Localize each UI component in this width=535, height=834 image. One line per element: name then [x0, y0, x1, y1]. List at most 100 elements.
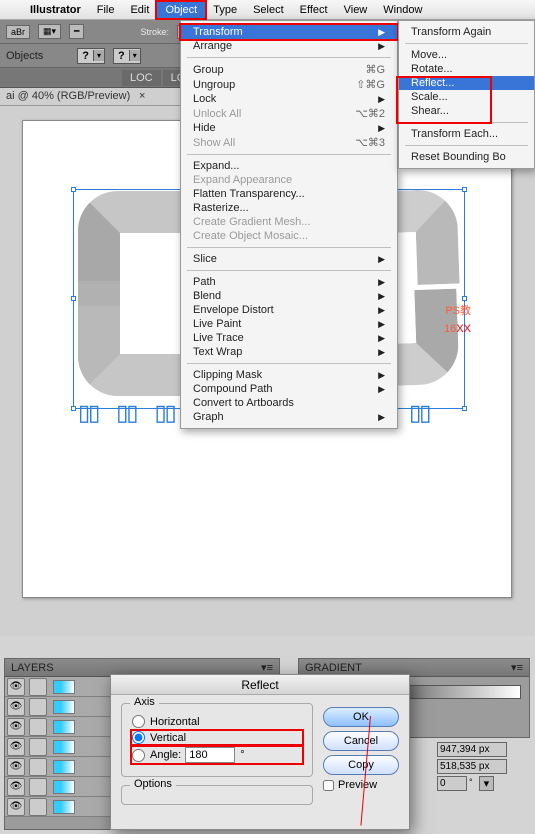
menu-item-group[interactable]: Group⌘G [181, 62, 397, 77]
radio-angle[interactable]: Angle: ° [132, 747, 302, 763]
menu-edit[interactable]: Edit [122, 2, 157, 18]
reflect-dialog: Reflect Axis Horizontal Vertical Angle: … [110, 674, 410, 830]
layer-swatch [53, 780, 75, 794]
menu-separator [187, 247, 391, 248]
menu-separator [405, 122, 528, 123]
menu-item-transform-each[interactable]: Transform Each... [399, 127, 534, 141]
menu-item-flatten[interactable]: Flatten Transparency... [181, 187, 397, 201]
lock-slot[interactable] [29, 718, 47, 736]
copy-button[interactable]: Copy [323, 755, 399, 775]
menu-type[interactable]: Type [205, 2, 245, 18]
menu-item-convert-artboards[interactable]: Convert to Artboards [181, 396, 397, 410]
radio-horizontal[interactable]: Horizontal [132, 715, 302, 728]
height-field[interactable] [437, 759, 507, 774]
visibility-icon[interactable]: 👁 [7, 738, 25, 756]
close-tab-icon[interactable]: × [139, 90, 145, 102]
submenu-arrow-icon: ▶ [378, 123, 385, 134]
menu-item-envelope[interactable]: Envelope Distort▶ [181, 303, 397, 317]
doc-status: ai @ 40% (RGB/Preview) [6, 90, 130, 102]
options-fieldset: Options [121, 785, 313, 805]
glyph: ▯▯ [116, 400, 136, 426]
tool-button-1[interactable]: ▦▾ [38, 24, 61, 39]
lock-slot[interactable] [29, 738, 47, 756]
radio-vertical[interactable]: Vertical [132, 731, 302, 744]
menu-item-gradient-mesh: Create Gradient Mesh... [181, 215, 397, 229]
visibility-icon[interactable]: 👁 [7, 718, 25, 736]
menu-item-compound-path[interactable]: Compound Path▶ [181, 382, 397, 396]
dialog-title: Reflect [111, 675, 409, 695]
menu-item-live-paint[interactable]: Live Paint▶ [181, 317, 397, 331]
menu-item-reset-bbox[interactable]: Reset Bounding Bo [399, 150, 534, 164]
menu-item-rasterize[interactable]: Rasterize... [181, 201, 397, 215]
menu-item-expand[interactable]: Expand... [181, 159, 397, 173]
menu-item-move[interactable]: Move... [399, 48, 534, 62]
lock-slot[interactable] [29, 678, 47, 696]
menu-item-ungroup[interactable]: Ungroup⇧⌘G [181, 77, 397, 92]
transform-fields: °▾ [437, 740, 531, 793]
menu-item-live-trace[interactable]: Live Trace▶ [181, 331, 397, 345]
abr-button[interactable]: aBr [6, 25, 30, 39]
menu-item-reflect[interactable]: Reflect... [399, 76, 534, 90]
menu-item-hide[interactable]: Hide▶ [181, 121, 397, 135]
ok-button[interactable]: OK [323, 707, 399, 727]
glyph: ▯▯ [78, 400, 98, 426]
menu-item-rotate[interactable]: Rotate... [399, 62, 534, 76]
menu-separator [187, 270, 391, 271]
lock-slot[interactable] [29, 758, 47, 776]
transform-submenu: Transform Again Move... Rotate... Reflec… [398, 20, 535, 169]
glyph: ▯▯ [154, 400, 174, 426]
menu-item-show-all: Show All⌥⌘3 [181, 135, 397, 150]
panel-menu-icon[interactable]: ▾≡ [511, 661, 523, 674]
menu-separator [187, 57, 391, 58]
menu-select[interactable]: Select [245, 2, 292, 18]
menu-window[interactable]: Window [375, 2, 430, 18]
menu-item-arrange[interactable]: Arrange▶ [181, 39, 397, 53]
anchor-se[interactable] [462, 406, 467, 411]
submenu-arrow-icon: ▶ [378, 333, 385, 344]
menu-object[interactable]: Object [157, 2, 205, 18]
menu-item-graph[interactable]: Graph▶ [181, 410, 397, 424]
menu-item-lock[interactable]: Lock▶ [181, 92, 397, 106]
angle-field[interactable] [437, 776, 467, 791]
menu-item-blend[interactable]: Blend▶ [181, 289, 397, 303]
visibility-icon[interactable]: 👁 [7, 698, 25, 716]
doc-tab-1[interactable]: LOC [122, 70, 161, 86]
anchor-sw[interactable] [71, 406, 76, 411]
lock-slot[interactable] [29, 798, 47, 816]
menu-effect[interactable]: Effect [292, 2, 336, 18]
anchor-ne[interactable] [462, 187, 467, 192]
lock-slot[interactable] [29, 778, 47, 796]
lock-slot[interactable] [29, 698, 47, 716]
help-dropdown-2[interactable]: ?▾ [113, 48, 141, 64]
visibility-icon[interactable]: 👁 [7, 678, 25, 696]
tool-button-2[interactable]: ━ [69, 24, 84, 39]
visibility-icon[interactable]: 👁 [7, 798, 25, 816]
menu-item-transform-again[interactable]: Transform Again [399, 25, 534, 39]
dropdown-icon[interactable]: ▾ [479, 776, 495, 791]
preview-checkbox[interactable]: Preview [323, 779, 399, 791]
degree-unit: ° [467, 776, 475, 791]
menu-item-transform[interactable]: Transform▶ [181, 25, 397, 39]
menu-item-slice[interactable]: Slice▶ [181, 252, 397, 266]
angle-label: Angle: [150, 749, 181, 761]
help-dropdown-1[interactable]: ?▾ [77, 48, 105, 64]
menu-item-path[interactable]: Path▶ [181, 275, 397, 289]
menu-separator [405, 43, 528, 44]
menu-item-scale[interactable]: Scale... [399, 90, 534, 104]
width-field[interactable] [437, 742, 507, 757]
menu-separator [405, 145, 528, 146]
visibility-icon[interactable]: 👁 [7, 778, 25, 796]
app-name: Illustrator [22, 2, 89, 18]
angle-input[interactable] [185, 747, 235, 763]
anchor-nw[interactable] [71, 187, 76, 192]
cancel-button[interactable]: Cancel [323, 731, 399, 751]
menu-item-shear[interactable]: Shear... [399, 104, 534, 118]
menu-file[interactable]: File [89, 2, 123, 18]
visibility-icon[interactable]: 👁 [7, 758, 25, 776]
menu-item-text-wrap[interactable]: Text Wrap▶ [181, 345, 397, 359]
anchor-w[interactable] [71, 296, 76, 301]
menu-item-clipping-mask[interactable]: Clipping Mask▶ [181, 368, 397, 382]
submenu-arrow-icon: ▶ [378, 41, 385, 52]
menu-view[interactable]: View [336, 2, 376, 18]
panel-menu-icon[interactable]: ▾≡ [261, 661, 273, 674]
